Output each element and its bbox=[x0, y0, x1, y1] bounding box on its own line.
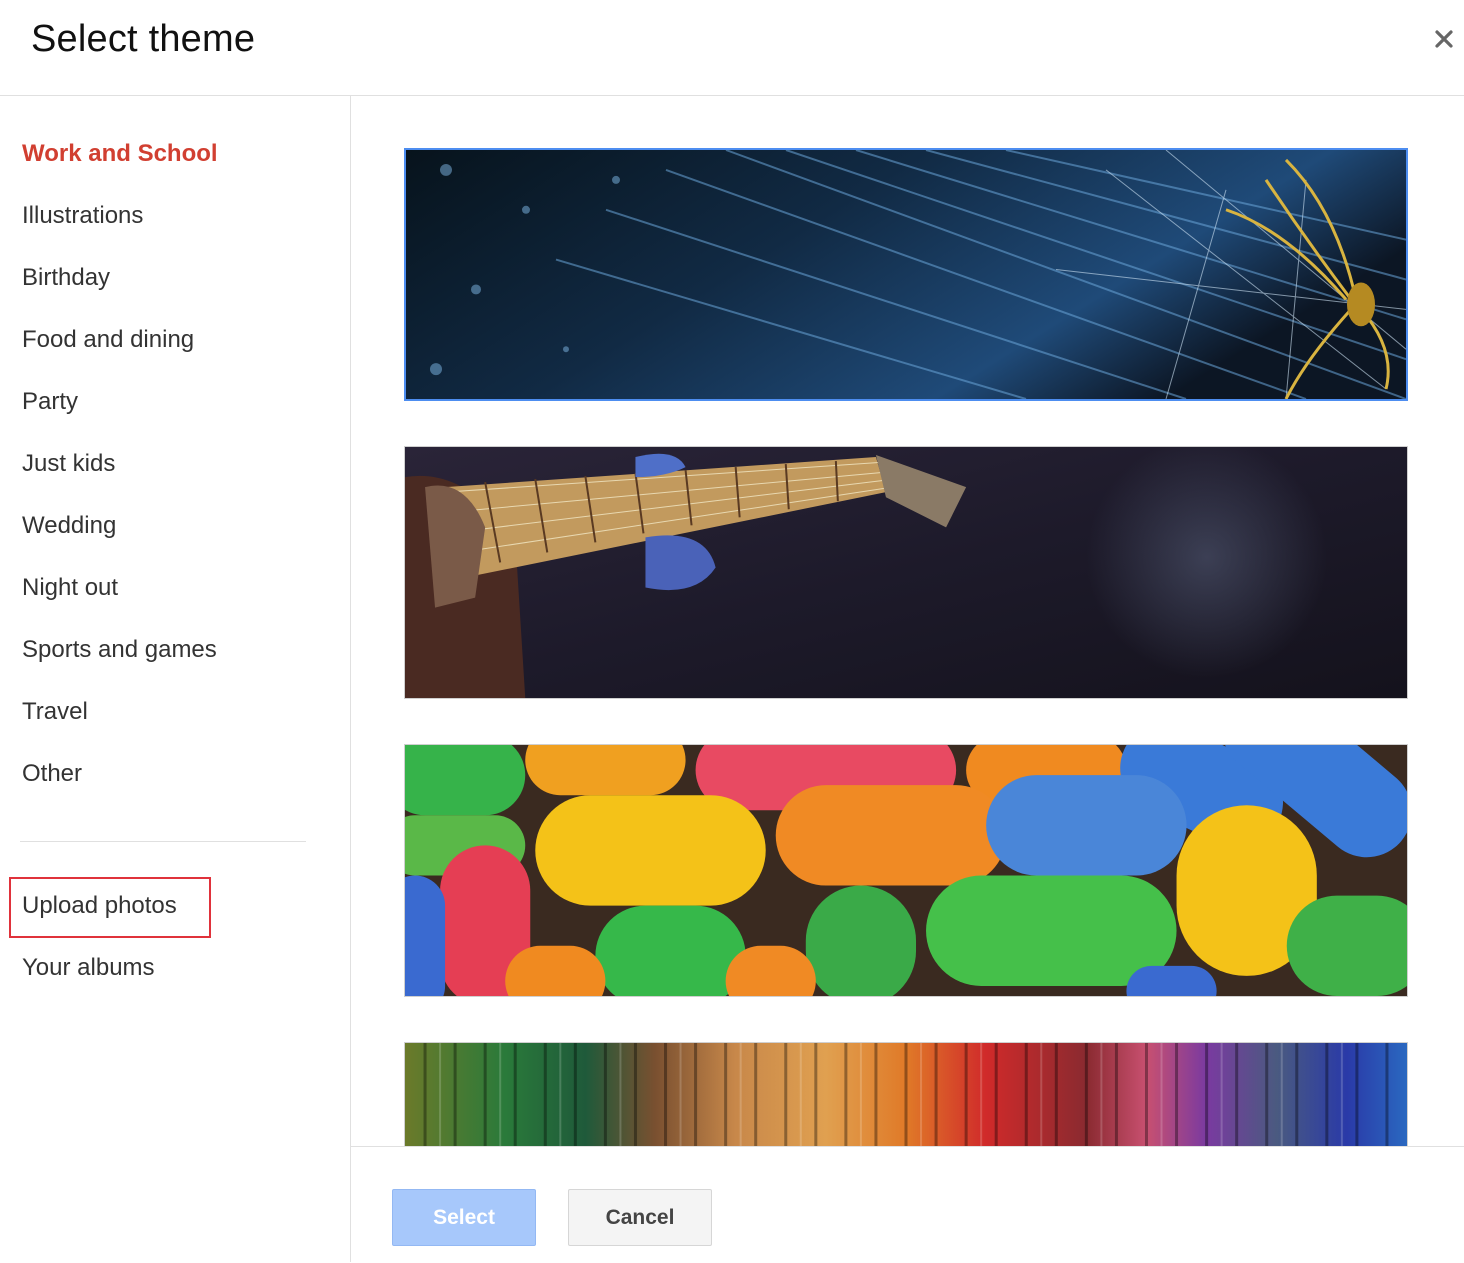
category-sidebar: Work and School Illustrations Birthday F… bbox=[0, 96, 351, 1262]
theme-thumbnail-guitar[interactable] bbox=[404, 446, 1408, 699]
category-just-kids[interactable]: Just kids bbox=[22, 450, 115, 478]
category-food-and-dining[interactable]: Food and dining bbox=[22, 326, 194, 354]
theme-thumbnail-spider-web[interactable] bbox=[404, 148, 1408, 401]
category-work-and-school[interactable]: Work and School bbox=[22, 140, 218, 168]
close-button[interactable] bbox=[1433, 28, 1457, 54]
category-illustrations[interactable]: Illustrations bbox=[22, 202, 143, 230]
category-birthday[interactable]: Birthday bbox=[22, 264, 110, 292]
yarn-image bbox=[405, 1043, 1407, 1146]
theme-gallery bbox=[351, 96, 1464, 1146]
dialog-footer: Select Cancel bbox=[351, 1146, 1464, 1263]
category-travel[interactable]: Travel bbox=[22, 698, 88, 726]
category-wedding[interactable]: Wedding bbox=[22, 512, 116, 540]
category-other[interactable]: Other bbox=[22, 760, 82, 788]
sidebar-divider bbox=[20, 841, 306, 842]
theme-thumbnail-candy[interactable] bbox=[404, 744, 1408, 997]
spider-web-image bbox=[406, 150, 1406, 399]
your-albums-link[interactable]: Your albums bbox=[22, 954, 155, 982]
upload-photos-link[interactable]: Upload photos bbox=[22, 892, 177, 920]
cancel-button[interactable]: Cancel bbox=[568, 1189, 712, 1246]
select-button[interactable]: Select bbox=[392, 1189, 536, 1246]
category-night-out[interactable]: Night out bbox=[22, 574, 118, 602]
category-sports-and-games[interactable]: Sports and games bbox=[22, 636, 217, 664]
guitar-image bbox=[405, 447, 1407, 698]
theme-thumbnail-yarn[interactable] bbox=[404, 1042, 1408, 1146]
dialog-header: Select theme bbox=[0, 0, 1464, 96]
candy-image bbox=[405, 745, 1407, 996]
dialog-title: Select theme bbox=[31, 18, 256, 60]
close-icon bbox=[1435, 30, 1453, 48]
category-party[interactable]: Party bbox=[22, 388, 78, 416]
